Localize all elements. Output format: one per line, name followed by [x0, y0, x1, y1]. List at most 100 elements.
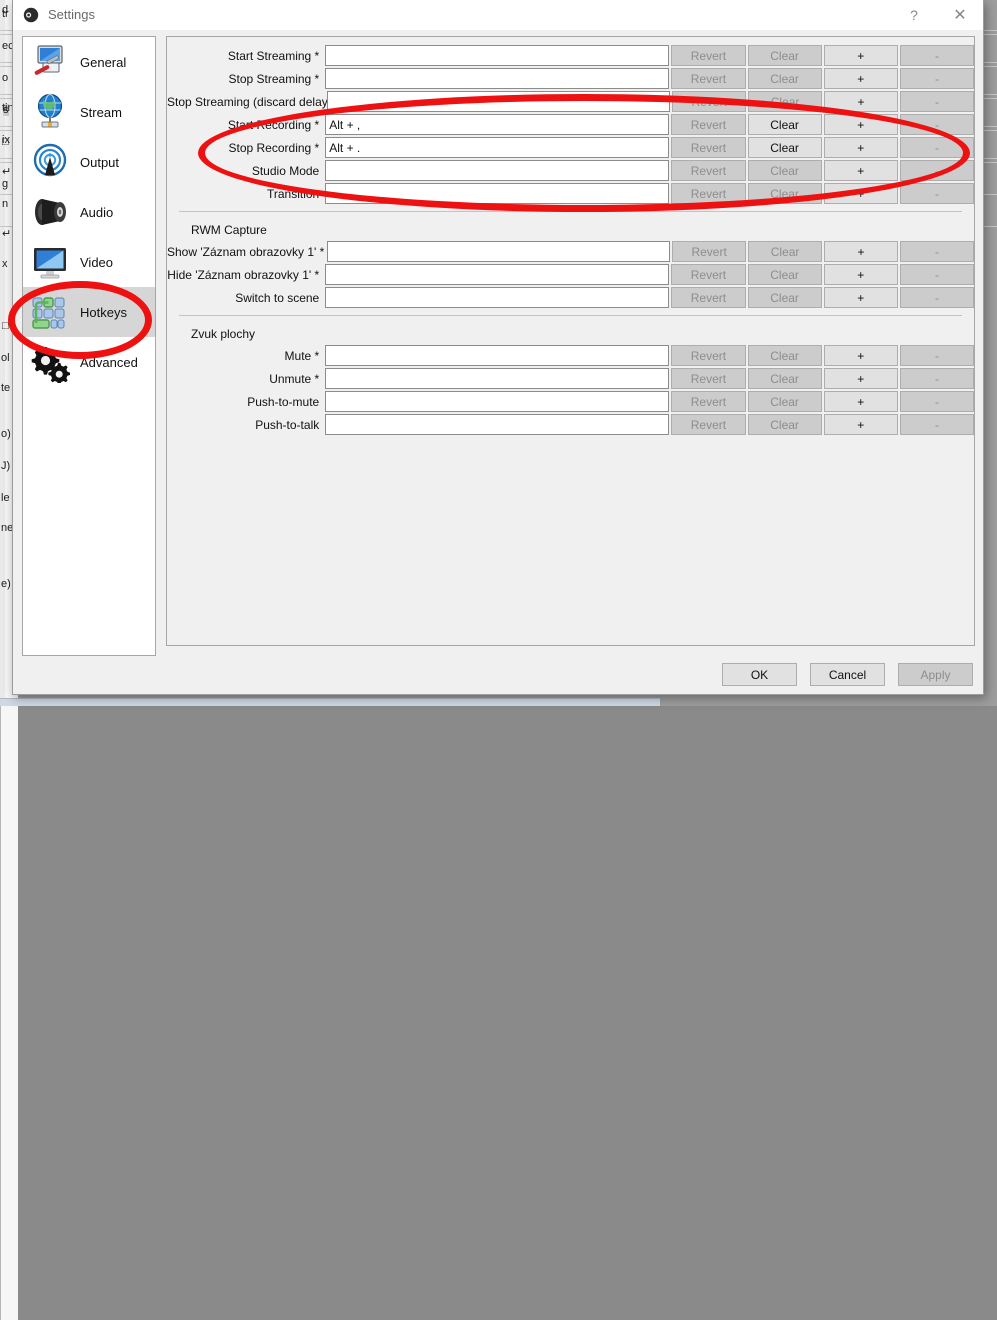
remove-hotkey-button[interactable]: -: [900, 391, 974, 412]
revert-button[interactable]: Revert: [671, 45, 745, 66]
remove-hotkey-button[interactable]: -: [900, 345, 974, 366]
add-hotkey-button[interactable]: +: [824, 68, 898, 89]
revert-button[interactable]: Revert: [671, 414, 745, 435]
hotkey-input[interactable]: [325, 287, 669, 308]
hotkey-input[interactable]: [325, 264, 669, 285]
help-button[interactable]: ?: [891, 0, 937, 29]
revert-button[interactable]: Revert: [672, 91, 746, 112]
add-hotkey-button[interactable]: +: [824, 414, 898, 435]
clear-button[interactable]: Clear: [748, 183, 822, 204]
hotkey-input[interactable]: [327, 91, 670, 112]
hotkey-input[interactable]: [325, 68, 669, 89]
revert-button[interactable]: Revert: [671, 345, 745, 366]
hotkey-row-transition: Transition Revert Clear + -: [167, 182, 974, 205]
ok-button[interactable]: OK: [722, 663, 797, 686]
revert-button[interactable]: Revert: [671, 368, 745, 389]
add-hotkey-button[interactable]: +: [824, 91, 898, 112]
close-button[interactable]: ✕: [937, 0, 983, 29]
sidebar-item-audio[interactable]: Audio: [23, 187, 155, 237]
add-hotkey-button[interactable]: +: [824, 114, 898, 135]
sidebar-item-output[interactable]: Output: [23, 137, 155, 187]
sidebar-item-stream[interactable]: Stream: [23, 87, 155, 137]
add-hotkey-button[interactable]: +: [824, 287, 898, 308]
sidebar-item-advanced[interactable]: Advanced: [23, 337, 155, 387]
clear-button[interactable]: Clear: [748, 264, 822, 285]
clear-button[interactable]: Clear: [748, 137, 822, 158]
clear-button[interactable]: Clear: [748, 414, 822, 435]
clear-button[interactable]: Clear: [748, 160, 822, 181]
hotkey-input[interactable]: [325, 45, 669, 66]
remove-hotkey-button[interactable]: -: [900, 414, 974, 435]
sidebar-item-video[interactable]: Video: [23, 237, 155, 287]
clear-button[interactable]: Clear: [748, 287, 822, 308]
revert-button[interactable]: Revert: [671, 391, 745, 412]
remove-hotkey-button[interactable]: -: [900, 264, 974, 285]
add-hotkey-button[interactable]: +: [824, 241, 898, 262]
cancel-button[interactable]: Cancel: [810, 663, 885, 686]
title-bar[interactable]: Settings ? ✕: [13, 0, 983, 30]
group-title: RWM Capture: [167, 220, 974, 240]
hotkey-input[interactable]: [327, 241, 670, 262]
add-hotkey-button[interactable]: +: [824, 45, 898, 66]
hotkey-input[interactable]: [325, 114, 669, 135]
hotkey-label: Push-to-talk: [167, 418, 325, 432]
hotkey-input[interactable]: [325, 183, 669, 204]
hotkey-label: Stop Streaming *: [167, 72, 325, 86]
clear-button[interactable]: Clear: [748, 345, 822, 366]
add-hotkey-button[interactable]: +: [824, 368, 898, 389]
revert-button[interactable]: Revert: [671, 183, 745, 204]
hotkeys-settings-panel: Start Streaming * Revert Clear + - Stop …: [166, 36, 975, 646]
remove-hotkey-button[interactable]: -: [900, 68, 974, 89]
revert-button[interactable]: Revert: [671, 287, 745, 308]
add-hotkey-button[interactable]: +: [824, 183, 898, 204]
revert-button[interactable]: Revert: [671, 68, 745, 89]
revert-button[interactable]: Revert: [671, 137, 745, 158]
clear-button[interactable]: Clear: [748, 68, 822, 89]
sidebar-item-hotkeys[interactable]: Hotkeys: [23, 287, 155, 337]
hotkey-input[interactable]: [325, 368, 669, 389]
remove-hotkey-button[interactable]: -: [900, 160, 974, 181]
remove-hotkey-button[interactable]: -: [900, 368, 974, 389]
hotkey-row-switch-to-scene: Switch to scene Revert Clear + -: [167, 286, 974, 309]
remove-hotkey-button[interactable]: -: [900, 183, 974, 204]
hotkey-row-mute: Mute * Revert Clear + -: [167, 344, 974, 367]
revert-button[interactable]: Revert: [672, 241, 746, 262]
hotkey-input[interactable]: [325, 137, 669, 158]
clear-button[interactable]: Clear: [748, 368, 822, 389]
clear-button[interactable]: Clear: [748, 241, 822, 262]
clear-button[interactable]: Clear: [748, 45, 822, 66]
remove-hotkey-button[interactable]: -: [900, 137, 974, 158]
remove-hotkey-button[interactable]: -: [900, 91, 974, 112]
background-window-right-edge[interactable]: tr ec o tin ix g: [0, 660, 18, 1320]
keyboard-keys-icon: [29, 291, 71, 333]
hotkey-label: Studio Mode: [167, 164, 325, 178]
add-hotkey-button[interactable]: +: [824, 391, 898, 412]
hotkey-input[interactable]: [325, 345, 669, 366]
sidebar-item-general[interactable]: General: [23, 37, 155, 87]
clear-button[interactable]: Clear: [748, 391, 822, 412]
remove-hotkey-button[interactable]: -: [900, 241, 974, 262]
revert-button[interactable]: Revert: [671, 114, 745, 135]
hotkey-label: Transition: [167, 187, 325, 201]
remove-hotkey-button[interactable]: -: [900, 287, 974, 308]
hotkey-label: Switch to scene: [167, 291, 325, 305]
revert-button[interactable]: Revert: [671, 264, 745, 285]
add-hotkey-button[interactable]: +: [824, 264, 898, 285]
clear-button[interactable]: Clear: [748, 114, 822, 135]
clear-button[interactable]: Clear: [748, 91, 822, 112]
add-hotkey-button[interactable]: +: [824, 345, 898, 366]
hotkey-input[interactable]: [325, 160, 669, 181]
revert-button[interactable]: Revert: [671, 160, 745, 181]
remove-hotkey-button[interactable]: -: [900, 114, 974, 135]
hotkey-group-desktop-audio: Zvuk plochy Mute * Revert Clear + - Unmu…: [167, 324, 974, 436]
add-hotkey-button[interactable]: +: [824, 160, 898, 181]
hotkey-label: Stop Recording *: [167, 141, 325, 155]
hotkey-input[interactable]: [325, 391, 669, 412]
apply-button[interactable]: Apply: [898, 663, 973, 686]
hotkey-label: Start Streaming *: [167, 49, 325, 63]
hotkey-input[interactable]: [325, 414, 669, 435]
hotkey-label: Stop Streaming (discard delay): [167, 95, 327, 109]
add-hotkey-button[interactable]: +: [824, 137, 898, 158]
broadcast-antenna-icon: [29, 141, 71, 183]
remove-hotkey-button[interactable]: -: [900, 45, 974, 66]
